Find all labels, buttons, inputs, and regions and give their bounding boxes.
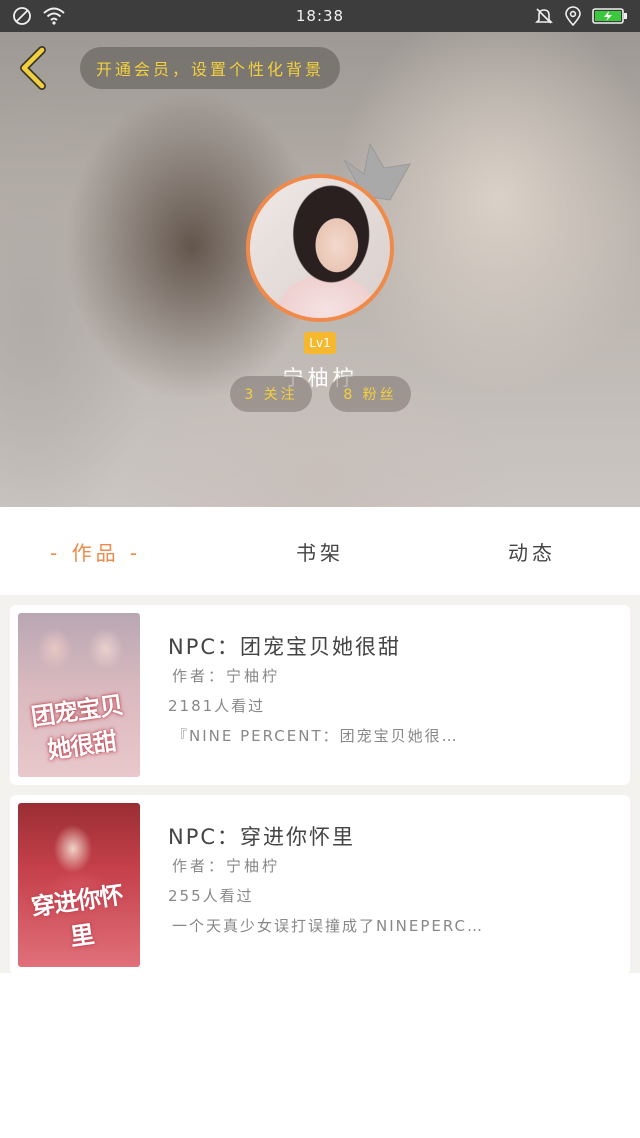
- cover-title: 穿进你怀里: [29, 880, 125, 952]
- book-description: 一个天真少女误打误撞成了NINEPERC…: [172, 917, 485, 935]
- book-views: 255人看过: [168, 887, 254, 905]
- tab-feed[interactable]: 动态: [508, 537, 556, 566]
- cover-title: 团宠宝贝她很甜: [29, 690, 125, 765]
- tab-works[interactable]: - 作品 -: [50, 537, 141, 566]
- back-button[interactable]: [14, 46, 54, 90]
- avatar-wrapper[interactable]: [246, 174, 394, 322]
- profile-header: 开通会员，设置个性化背景 Lv1 宁柚柠 3 关注 8 粉丝: [0, 32, 640, 507]
- list-item[interactable]: 团宠宝贝她很甜 NPC：团宠宝贝她很甜 作者：宁柚柠 2181人看过 『NINE…: [10, 605, 630, 785]
- status-bar: 18:38: [0, 0, 640, 32]
- battery-icon: [592, 7, 628, 29]
- list-item[interactable]: 穿进你怀里 NPC：穿进你怀里 作者：宁柚柠 255人看过 一个天真少女误打误撞…: [10, 795, 630, 975]
- fans-button[interactable]: 8 粉丝: [329, 376, 411, 412]
- book-cover[interactable]: 穿进你怀里: [18, 803, 140, 967]
- works-list: 团宠宝贝她很甜 NPC：团宠宝贝她很甜 作者：宁柚柠 2181人看过 『NINE…: [0, 595, 640, 975]
- location-icon: [564, 6, 582, 30]
- vip-background-banner[interactable]: 开通会员，设置个性化背景: [80, 47, 340, 89]
- avatar[interactable]: [246, 174, 394, 322]
- book-title[interactable]: NPC：穿进你怀里: [168, 821, 355, 851]
- status-right: [534, 6, 628, 30]
- tab-bookshelf[interactable]: 书架: [296, 537, 344, 566]
- book-description: 『NINE PERCENT：团宠宝贝她很…: [172, 727, 459, 745]
- chevron-left-icon: [20, 46, 46, 90]
- mute-bell-icon: [534, 6, 554, 30]
- level-badge: Lv1: [304, 332, 336, 354]
- book-views: 2181人看过: [168, 697, 266, 715]
- following-button[interactable]: 3 关注: [230, 376, 312, 412]
- book-cover[interactable]: 团宠宝贝她很甜: [18, 613, 140, 777]
- book-author: 作者：宁柚柠: [172, 857, 281, 875]
- book-author: 作者：宁柚柠: [172, 667, 281, 685]
- profile-tabs: - 作品 - 书架 动态: [0, 507, 640, 595]
- username: 宁柚柠: [282, 366, 358, 390]
- book-title[interactable]: NPC：团宠宝贝她很甜: [168, 631, 401, 661]
